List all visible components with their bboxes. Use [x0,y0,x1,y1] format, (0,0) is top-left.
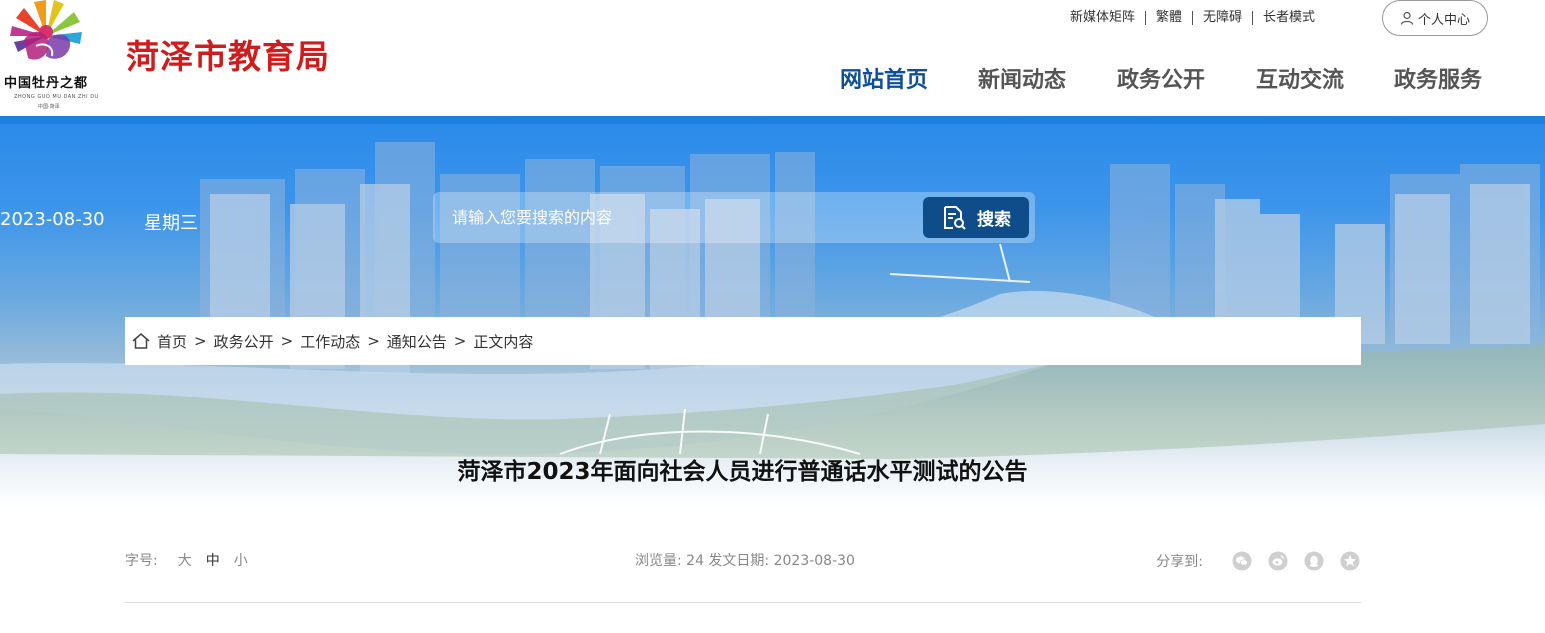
font-size-switcher: 字号: 大 中 小 [125,550,262,570]
breadcrumb-separator: > [453,332,467,350]
search-input[interactable] [433,192,913,243]
breadcrumb-gov-affairs[interactable]: 政务公开 [214,331,274,352]
toplink-elder-mode[interactable]: 长者模式 [1253,10,1325,26]
wechat-icon[interactable] [1231,550,1253,572]
font-size-small[interactable]: 小 [234,550,248,570]
breadcrumb-separator: > [280,332,294,350]
article-title: 菏泽市2023年面向社会人员进行普通话水平测试的公告 [457,459,1028,485]
qq-icon[interactable] [1303,550,1325,572]
logo-subtext-2: 中国·菏泽 [38,104,60,110]
font-size-label: 字号: [125,553,158,569]
font-size-medium[interactable]: 中 [206,550,220,570]
qzone-icon[interactable] [1339,550,1361,572]
toplink-new-media[interactable]: 新媒体矩阵 [1060,10,1145,26]
nav-home[interactable]: 网站首页 [840,62,928,94]
breadcrumb-separator: > [194,332,207,350]
site-title[interactable]: 菏泽市教育局 [126,30,330,78]
breadcrumb: 首页 > 政务公开 > 工作动态 > 通知公告 > 正文内容 [125,317,1361,365]
logo-subtext: ZHONG GUO MU DAN ZHI DU [14,94,99,100]
header-accent-bar [0,116,1545,124]
breadcrumb-work-news[interactable]: 工作动态 [300,331,360,352]
logo-text: 中国牡丹之都 [4,76,89,91]
user-center-label: 个人中心 [1417,12,1470,28]
breadcrumb-separator: > [367,332,380,350]
search-button-label: 搜索 [977,210,1011,230]
font-size-large[interactable]: 大 [178,550,192,570]
top-links: 新媒体矩阵 繁體 无障碍 长者模式 [1060,9,1325,27]
home-icon[interactable] [131,332,151,350]
nav-gov-services[interactable]: 政务服务 [1394,62,1482,94]
meta-divider [125,602,1361,603]
breadcrumb-notices[interactable]: 通知公告 [387,331,447,352]
search-doc-icon [944,205,966,230]
peony-logo-icon [10,0,82,60]
site-logo[interactable]: 中国牡丹之都 ZHONG GUO MU DAN ZHI DU 中国·菏泽 [0,0,104,112]
current-weekday: 星期三 [144,213,198,234]
breadcrumb-current: 正文内容 [473,332,534,351]
nav-interaction[interactable]: 互动交流 [1256,62,1344,94]
share-bar: 分享到: [1156,550,1361,572]
article-meta-bar: 字号: 大 中 小 浏览量: 24 发文日期: 2023-08-30 分享到: [125,550,1361,574]
nav-gov-affairs[interactable]: 政务公开 [1117,62,1205,94]
views-and-date: 浏览量: 24 发文日期: 2023-08-30 [635,553,855,569]
search-button[interactable]: 搜索 [923,197,1029,238]
toplink-accessibility[interactable]: 无障碍 [1193,10,1252,26]
share-label: 分享到: [1156,554,1203,570]
search-bar: 搜索 [433,192,1035,243]
site-header: 中国牡丹之都 ZHONG GUO MU DAN ZHI DU 中国·菏泽 菏泽市… [0,0,1545,116]
nav-news[interactable]: 新闻动态 [978,62,1066,94]
user-center-button[interactable]: 个人中心 [1382,0,1488,36]
weibo-icon[interactable] [1267,550,1289,572]
current-date: 2023-08-30 [0,209,105,230]
toplink-traditional-chinese[interactable]: 繁體 [1146,10,1192,26]
hero-banner: 2023-08-30 星期三 搜索 首页 > 政务公开 > 工作动态 > 通知公… [0,124,1545,509]
user-icon [1400,11,1414,25]
breadcrumb-home[interactable]: 首页 [157,331,187,352]
